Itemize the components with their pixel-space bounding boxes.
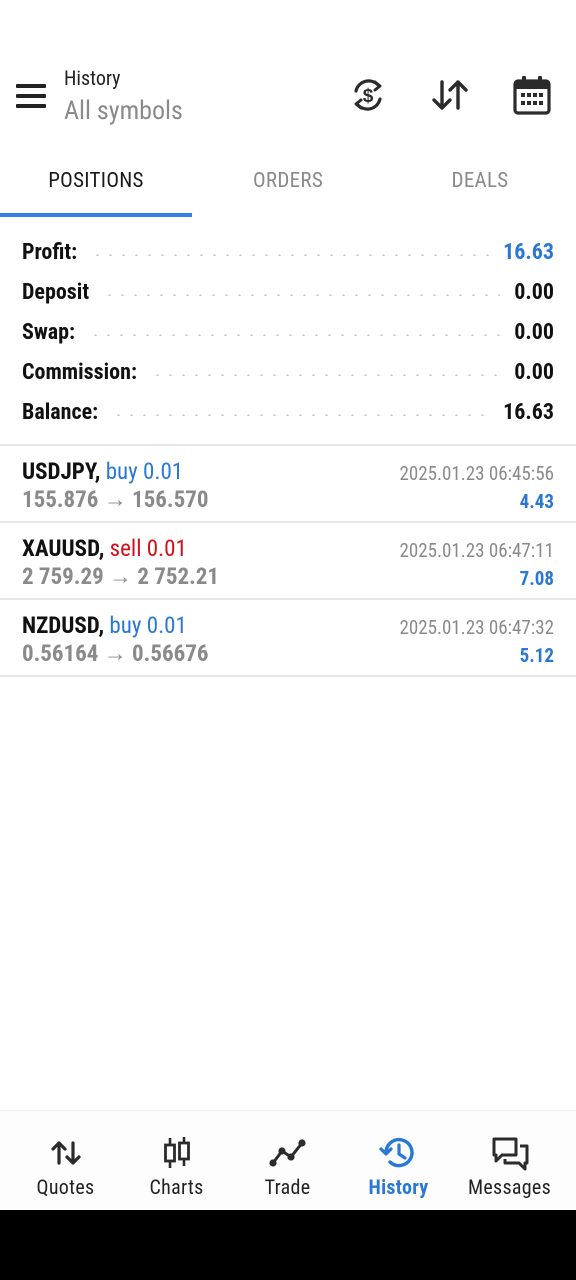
position-time: 2025.01.23 06:45:56 [399, 462, 554, 485]
position-side: buy 0.01 [105, 458, 184, 485]
position-row[interactable]: USDJPY, buy 0.01 155.876 → 156.570 2025.… [0, 446, 576, 523]
tab-deals[interactable]: DEALS [384, 150, 576, 218]
summary-row-profit: Profit: 16.63 [0, 232, 576, 272]
nav-label: Trade [264, 1175, 311, 1199]
nav-history[interactable]: History [341, 1111, 456, 1211]
position-profit: 7.08 [519, 567, 554, 590]
candlestick-icon [157, 1135, 197, 1171]
summary-value: 0.00 [514, 319, 554, 345]
dotted-leader [91, 254, 490, 256]
position-prices: 2 759.29 → 2 752.21 [22, 563, 220, 590]
trade-line-icon [268, 1135, 308, 1171]
position-symbol: USDJPY, [22, 458, 101, 485]
summary-row-commission: Commission: 0.00 [0, 352, 576, 392]
sort-icon[interactable] [430, 74, 470, 116]
menu-icon[interactable] [16, 82, 48, 110]
position-profit: 5.12 [519, 644, 554, 667]
bottom-navigation: Quotes Charts Trade History Messages [0, 1110, 576, 1210]
nav-label: Quotes [36, 1175, 95, 1199]
app-header: History All symbols $ [0, 0, 576, 150]
summary-label: Commission: [22, 359, 137, 385]
position-side: buy 0.01 [109, 612, 187, 639]
summary-row-swap: Swap: 0.00 [0, 312, 576, 352]
summary-value: 0.00 [514, 359, 554, 385]
position-symbol-line: NZDUSD, buy 0.01 [22, 612, 187, 639]
position-row[interactable]: NZDUSD, buy 0.01 0.56164 → 0.56676 2025.… [0, 600, 576, 677]
nav-quotes[interactable]: Quotes [8, 1111, 123, 1211]
position-symbol: XAUUSD, [22, 535, 105, 562]
dotted-leader [103, 294, 501, 296]
position-prices: 0.56164 → 0.56676 [22, 640, 209, 667]
currency-exchange-icon[interactable]: $ [348, 74, 388, 116]
position-row[interactable]: XAUUSD, sell 0.01 2 759.29 → 2 752.21 20… [0, 523, 576, 600]
position-prices: 155.876 → 156.570 [22, 486, 209, 513]
messages-icon [490, 1135, 530, 1171]
summary-value: 0.00 [514, 279, 554, 305]
position-symbol: NZDUSD, [22, 612, 105, 639]
nav-charts[interactable]: Charts [119, 1111, 234, 1211]
position-time: 2025.01.23 06:47:11 [399, 539, 554, 562]
nav-trade[interactable]: Trade [230, 1111, 345, 1211]
positions-list: USDJPY, buy 0.01 155.876 → 156.570 2025.… [0, 446, 576, 677]
summary-value: 16.63 [503, 239, 554, 265]
position-symbol-line: USDJPY, buy 0.01 [22, 458, 183, 485]
nav-label: Messages [467, 1175, 552, 1199]
tab-positions[interactable]: POSITIONS [0, 150, 192, 218]
summary-row-deposit: Deposit 0.00 [0, 272, 576, 312]
system-navigation-bar [0, 1210, 576, 1280]
dotted-leader [150, 374, 501, 376]
summary-label: Profit: [22, 239, 78, 265]
dotted-leader [112, 414, 490, 416]
summary-label: Swap: [22, 319, 76, 345]
position-profit: 4.43 [519, 490, 554, 513]
position-side: sell 0.01 [109, 535, 187, 562]
position-symbol-line: XAUUSD, sell 0.01 [22, 535, 187, 562]
history-tabs: POSITIONS ORDERS DEALS [0, 150, 576, 218]
quotes-arrows-icon [46, 1135, 86, 1171]
nav-messages[interactable]: Messages [452, 1111, 567, 1211]
account-summary: Profit: 16.63 Deposit 0.00 Swap: 0.00 Co… [0, 232, 576, 432]
summary-value: 16.63 [503, 399, 554, 425]
calendar-icon[interactable] [512, 74, 552, 116]
tab-orders[interactable]: ORDERS [192, 150, 384, 218]
history-clock-icon [378, 1135, 419, 1171]
svg-text:$: $ [363, 86, 374, 107]
nav-label: Charts [149, 1175, 204, 1199]
position-time: 2025.01.23 06:47:32 [399, 616, 554, 639]
dotted-leader [89, 334, 501, 336]
summary-row-balance: Balance: 16.63 [0, 392, 576, 432]
page-title: History [64, 66, 121, 90]
summary-label: Deposit [22, 279, 90, 305]
active-tab-indicator [0, 213, 192, 217]
symbol-filter[interactable]: All symbols [64, 96, 183, 126]
nav-label: History [368, 1175, 429, 1199]
summary-label: Balance: [22, 399, 99, 425]
